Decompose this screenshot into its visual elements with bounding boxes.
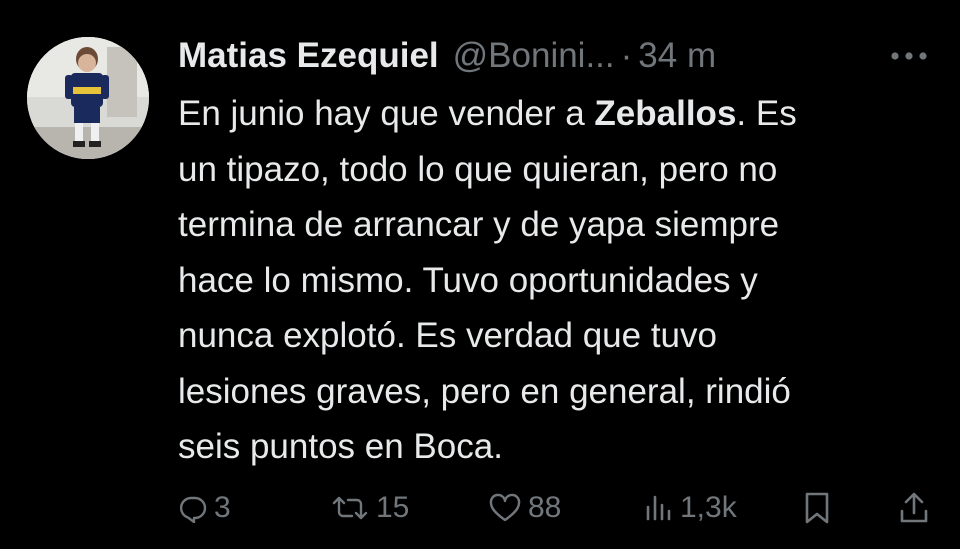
- reply-count: 3: [214, 491, 231, 524]
- author-handle[interactable]: @Bonini...: [453, 34, 615, 78]
- repost-button[interactable]: 15: [330, 486, 409, 530]
- avatar[interactable]: [27, 37, 149, 159]
- share-icon: [900, 492, 928, 523]
- views-button[interactable]: 1,3k: [644, 486, 737, 530]
- tweet-line: lesiones graves, pero en general, rindió: [178, 371, 791, 411]
- tweet-line: seis puntos en Boca.: [178, 427, 503, 466]
- tweet-line: hace lo mismo. Tuvo oportunidades y: [178, 260, 758, 300]
- tweet-text-bold: Zeballos: [594, 94, 737, 133]
- like-button[interactable]: 88: [488, 486, 561, 530]
- bookmark-button[interactable]: [802, 486, 832, 530]
- analytics-icon: [646, 495, 671, 521]
- tweet-line: nunca explotó. Es verdad que tuvo: [178, 316, 717, 355]
- tweet-line: termina de arrancar y de yapa siempre: [178, 205, 780, 244]
- tweet-text-segment: . Es: [736, 94, 797, 133]
- tweet-text: En junio hay que vender a Zeballos. Es u…: [178, 86, 938, 475]
- tweet-line: un tipazo, todo lo que quieran, pero no: [178, 149, 778, 189]
- author-name[interactable]: Matias Ezequiel: [178, 34, 439, 78]
- repost-icon: [332, 496, 368, 520]
- tweet-text-segment: En junio hay que vender a: [178, 94, 595, 133]
- tweet-actions: 3 15 88 1,3k: [0, 486, 960, 530]
- timestamp[interactable]: 34 m: [638, 34, 716, 78]
- bookmark-icon: [805, 492, 829, 524]
- heart-icon: [489, 493, 521, 522]
- more-options-button[interactable]: [889, 48, 929, 64]
- repost-count: 15: [376, 491, 410, 524]
- tweet: Matias Ezequiel @Bonini... · 34 m En jun…: [0, 0, 960, 549]
- separator-dot: ·: [620, 36, 633, 75]
- share-button[interactable]: [898, 486, 930, 530]
- reply-button[interactable]: 3: [178, 486, 231, 530]
- views-count: 1,3k: [680, 491, 737, 524]
- reply-icon: [179, 496, 207, 523]
- avatar-photo: [27, 37, 149, 159]
- tweet-header: Matias Ezequiel @Bonini... · 34 m: [178, 34, 716, 78]
- tweet-line: En junio hay que vender a Zeballos. Es: [178, 86, 938, 142]
- like-count: 88: [528, 491, 562, 524]
- more-horizontal-icon: [891, 52, 927, 60]
